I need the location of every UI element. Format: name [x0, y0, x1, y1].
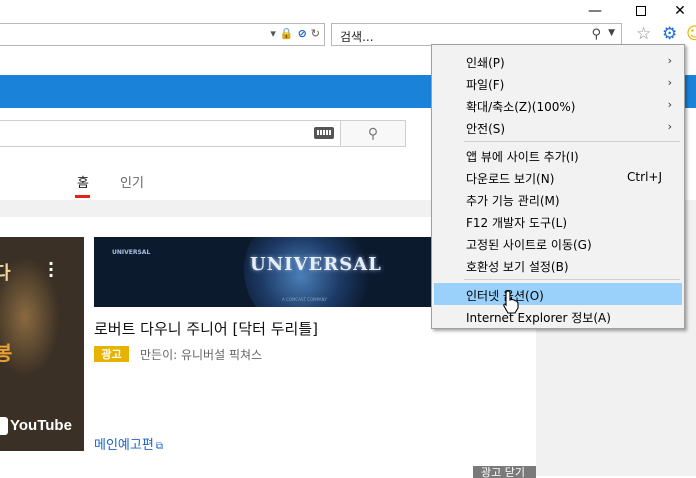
- menu-item-print[interactable]: 인쇄(P) ›: [434, 50, 682, 72]
- external-link-icon: ⧉: [155, 441, 163, 452]
- menu-item-label: 인쇄(P): [466, 56, 505, 70]
- menu-item-label: 앱 뷰에 사이트 추가(I): [466, 150, 579, 164]
- banner-small-logo: UNIVERSAL: [112, 249, 151, 256]
- menu-item-label: 호환성 보기 설정(B): [466, 260, 569, 274]
- more-options-icon[interactable]: · · ·: [48, 256, 54, 284]
- ad-main-trailer-link[interactable]: 메인예고편 ⧉: [94, 434, 163, 453]
- menu-separator: [464, 279, 680, 280]
- tab-home[interactable]: 홈: [77, 172, 89, 191]
- browser-search-box[interactable]: 검색... ⚲ ▼: [331, 23, 622, 46]
- menu-item-file[interactable]: 파일(F) ›: [434, 72, 682, 94]
- ad-link-label: 메인예고편: [94, 438, 154, 453]
- menu-item-label: 다운로드 보기(N): [466, 172, 555, 186]
- search-placeholder: 검색...: [340, 30, 374, 44]
- submenu-arrow-icon: ›: [667, 54, 672, 67]
- keyboard-icon[interactable]: [314, 127, 334, 139]
- refresh-icon[interactable]: ↻: [311, 27, 320, 40]
- menu-separator: [464, 141, 680, 142]
- universal-logo: UNIVERSAL: [250, 254, 382, 275]
- hand-cursor-icon: [503, 290, 519, 314]
- tab-popular[interactable]: 인기: [120, 172, 144, 191]
- tools-menu: 인쇄(P) › 파일(F) › 확대/축소(Z)(100%) › 안전(S) ›…: [431, 44, 685, 329]
- menu-item-add-site-to-apps[interactable]: 앱 뷰에 사이트 추가(I): [434, 144, 682, 166]
- menu-item-manage-addons[interactable]: 추가 기능 관리(M): [434, 188, 682, 210]
- address-bar-icons: ▾ 🔒 ⊘ ↻: [270, 27, 320, 40]
- site-search-input[interactable]: [0, 120, 341, 147]
- menu-item-safety[interactable]: 안전(S) ›: [434, 116, 682, 138]
- menu-item-label: 확대/축소(Z)(100%): [466, 100, 576, 114]
- thumbnail-text-top: 다: [0, 263, 11, 284]
- submenu-arrow-icon: ›: [667, 98, 672, 111]
- maximize-button[interactable]: [618, 0, 664, 22]
- lock-icon[interactable]: 🔒: [280, 27, 294, 40]
- menu-item-view-downloads[interactable]: 다운로드 보기(N) Ctrl+J: [434, 166, 682, 188]
- menu-item-label: 파일(F): [466, 78, 505, 92]
- menu-item-label: 추가 기능 관리(M): [466, 194, 560, 208]
- menu-item-internet-options[interactable]: 인터넷 옵션(O): [434, 283, 682, 305]
- smiley-icon[interactable]: ☺: [686, 25, 696, 43]
- site-search-button[interactable]: ⚲: [340, 120, 406, 147]
- search-dropdown-icon[interactable]: ▼: [608, 28, 615, 38]
- menu-item-compatibility-view[interactable]: 호환성 보기 설정(B): [434, 254, 682, 276]
- tracking-blocked-icon[interactable]: ⊘: [298, 27, 307, 40]
- gear-icon[interactable]: ⚙: [662, 25, 677, 43]
- youtube-logo: YouTube: [10, 417, 72, 434]
- menu-item-f12-dev-tools[interactable]: F12 개발자 도구(L): [434, 210, 682, 232]
- title-bar: — ✕: [0, 0, 696, 22]
- address-bar[interactable]: ▾ 🔒 ⊘ ↻: [0, 23, 325, 46]
- close-button[interactable]: ✕: [664, 0, 696, 22]
- menu-item-label: F12 개발자 도구(L): [466, 216, 568, 230]
- ad-video-thumbnail[interactable]: 다 봉 · · · YouTube: [0, 237, 84, 451]
- ad-title[interactable]: 로버트 다우니 주니어 [닥터 두리틀]: [94, 318, 318, 339]
- active-tab-underline: [75, 195, 90, 198]
- close-ad-button[interactable]: 광고 닫기: [473, 466, 536, 478]
- search-icon[interactable]: ⚲: [591, 27, 601, 42]
- maximize-icon: [636, 6, 646, 16]
- menu-item-about-ie[interactable]: Internet Explorer 정보(A): [434, 305, 682, 327]
- submenu-arrow-icon: ›: [667, 120, 672, 133]
- ad-badge: 광고: [94, 346, 129, 362]
- menu-shortcut: Ctrl+J: [627, 170, 662, 184]
- dropdown-arrow-icon[interactable]: ▾: [270, 27, 276, 40]
- search-icon: ⚲: [367, 125, 379, 142]
- menu-item-label: 안전(S): [466, 122, 506, 136]
- ad-maker: 만든이: 유니버설 픽쳐스: [140, 348, 263, 362]
- minimize-button[interactable]: —: [572, 0, 618, 22]
- banner-tagline: A COMCAST COMPANY: [282, 297, 327, 302]
- menu-item-label: Internet Explorer 정보(A): [466, 311, 611, 325]
- menu-item-zoom[interactable]: 확대/축소(Z)(100%) ›: [434, 94, 682, 116]
- thumbnail-text-bottom: 봉: [0, 341, 13, 365]
- menu-item-pinned-sites[interactable]: 고정된 사이트로 이동(G): [434, 232, 682, 254]
- menu-item-label: 고정된 사이트로 이동(G): [466, 238, 592, 252]
- star-icon[interactable]: ☆: [636, 25, 651, 43]
- submenu-arrow-icon: ›: [667, 76, 672, 89]
